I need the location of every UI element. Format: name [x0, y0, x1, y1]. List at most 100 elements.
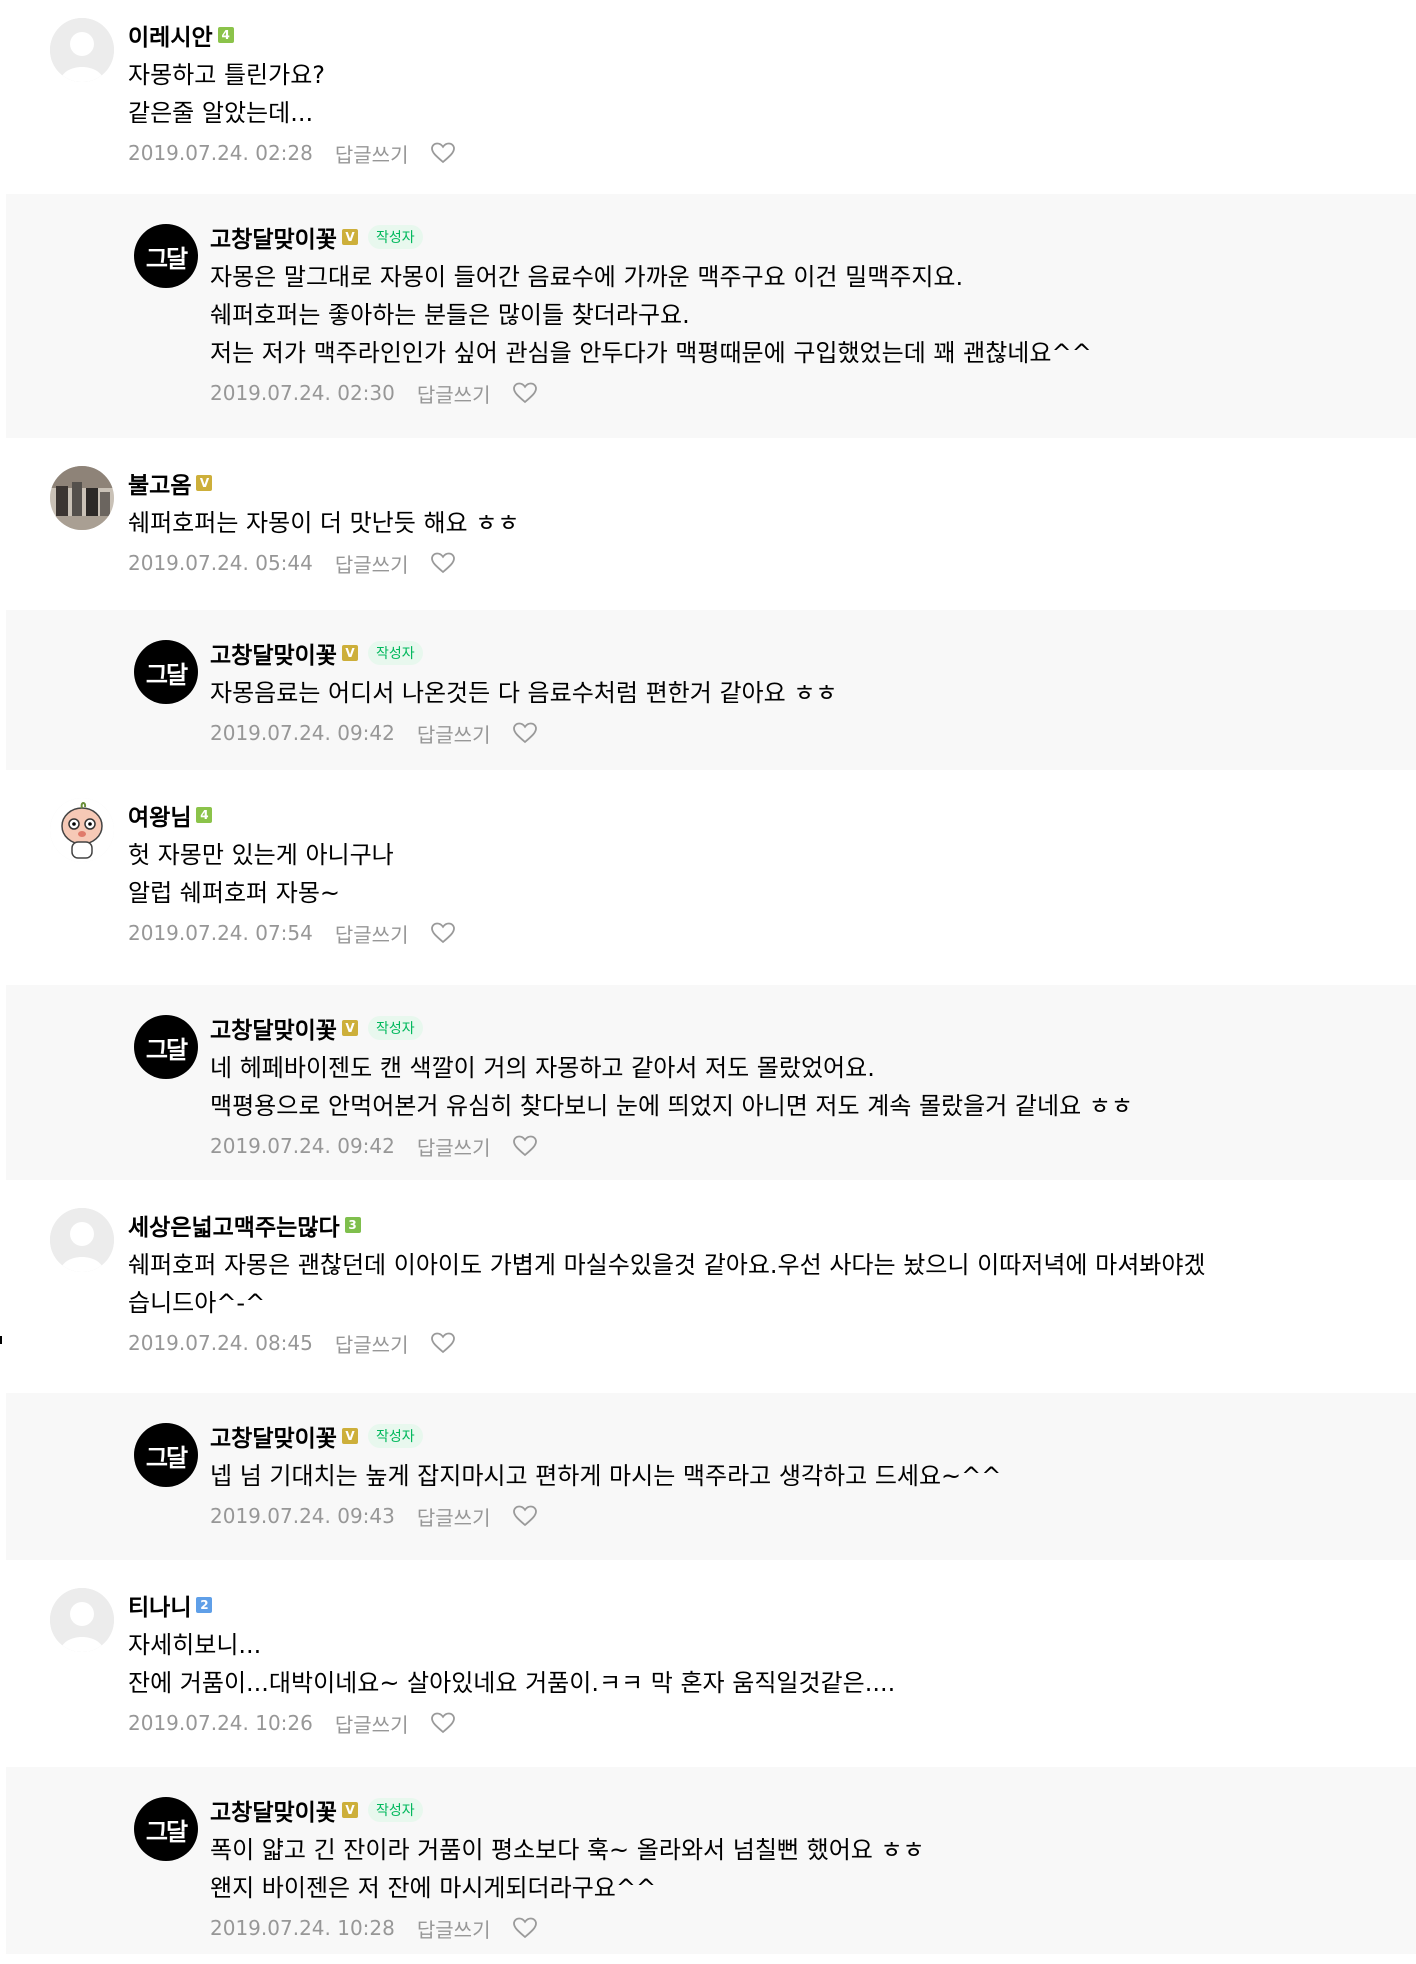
comment-author-row: 고창달맞이꽃 V 작성자 [210, 636, 1416, 670]
comment-text: 자몽하고 틀린가요? 같은줄 알았는데... [128, 56, 1308, 132]
comment-text: 자몽은 말그대로 자몽이 들어간 음료수에 가까운 맥주구요 이건 밀맥주지요.… [210, 258, 1370, 372]
comment-item: 세상은넓고맥주는많다 3 쉐퍼호퍼 자몽은 괜찮던데 이아이도 가볍게 마실수있을것… [0, 1190, 1308, 1364]
level-2-icon: 2 [196, 1597, 213, 1613]
reply-comment: 그달 고창달맞이꽃 V 작성자 넵 넘 기대치는 높게 잡지마시고 편하게 마시는 맥주… [6, 1393, 1416, 1560]
comment-text-line: 헛 자몽만 있는게 아니구나 [128, 841, 394, 869]
author-badge: 작성자 [367, 641, 423, 665]
author-badge: 작성자 [367, 1016, 423, 1040]
comment-text: 헛 자몽만 있는게 아니구나 알럽 쉐퍼호퍼 자몽~ [128, 836, 1308, 912]
comment-author-name[interactable]: 고창달맞이꽃 [210, 1011, 337, 1045]
comment-date: 2019.07.24. 09:43 [210, 1504, 395, 1528]
comment-author-name[interactable]: 고창달맞이꽃 [210, 1419, 337, 1453]
comment-date: 2019.07.24. 09:42 [210, 1134, 395, 1158]
comment-author-name[interactable]: 고창달맞이꽃 [210, 636, 337, 670]
reply-button[interactable]: 답글쓰기 [417, 379, 491, 408]
heart-icon[interactable] [430, 1331, 456, 1355]
avatar-logo-text: 그달 [145, 1443, 188, 1472]
comment-text: 쉐퍼호퍼 자몽은 괜찮던데 이아이도 가볍게 마실수있을것 같아요.우선 사다는… [128, 1246, 1308, 1322]
comment-author-name[interactable]: 고창달맞이꽃 [210, 1793, 337, 1827]
heart-icon[interactable] [430, 921, 456, 945]
blog-logo-avatar[interactable]: 그달 [134, 224, 198, 288]
comment-text-line: 맥평용으로 안먹어본거 유심히 찾다보니 눈에 띄었지 아니면 저도 계속 몰랐… [210, 1092, 1133, 1120]
comment-author-name[interactable]: 고창달맞이꽃 [210, 220, 337, 254]
reply-button[interactable]: 답글쓰기 [335, 139, 409, 168]
comment-text-line: 습니드아^-^ [128, 1289, 266, 1317]
level-3-icon: 3 [344, 1217, 361, 1233]
avatar-logo-text: 그달 [145, 660, 188, 689]
comment-item: 티나니 2 자세히보니... 잔에 거품이...대박이네요~ 살아있네요 거품이.ㅋㅋ… [0, 1570, 1308, 1744]
comment-date: 2019.07.24. 02:28 [128, 141, 313, 165]
comment-text: 자몽음료는 어디서 나온것든 다 음료수처럼 편한거 같아요 ㅎㅎ [210, 674, 1370, 712]
heart-icon[interactable] [512, 1504, 538, 1528]
reply-button[interactable]: 답글쓰기 [417, 719, 491, 748]
reply-comment: 그달 고창달맞이꽃 V 작성자 자몽은 말그대로 자몽이 들어간 음료수에 가까운 맥주… [6, 194, 1416, 438]
reply-button[interactable]: 답글쓰기 [417, 1132, 491, 1161]
level-v-icon: V [341, 645, 358, 661]
reply-button[interactable]: 답글쓰기 [335, 919, 409, 948]
blog-logo-avatar[interactable]: 그달 [134, 1015, 198, 1079]
character-avatar[interactable] [50, 798, 114, 862]
reply-button[interactable]: 답글쓰기 [335, 1709, 409, 1738]
comment-author-row: 불고옴 V [128, 466, 1308, 500]
comment-text-line: 자몽은 말그대로 자몽이 들어간 음료수에 가까운 맥주구요 이건 밀맥주지요. [210, 263, 964, 291]
reply-button[interactable]: 답글쓰기 [335, 1329, 409, 1358]
comment-text-line: 자몽음료는 어디서 나온것든 다 음료수처럼 편한거 같아요 ㅎㅎ [210, 679, 838, 707]
comment-text-line: 네 헤페바이젠도 캔 색깔이 거의 자몽하고 같아서 저도 몰랐었어요. [210, 1054, 875, 1082]
comment-date: 2019.07.24. 08:45 [128, 1331, 313, 1355]
reply-comment: 그달 고창달맞이꽃 V 작성자네 헤페바이젠도 캔 색깔이 거의 자몽하고 같아서 저… [6, 985, 1416, 1180]
comment-author-name[interactable]: 티나니 [128, 1588, 191, 1622]
comment-author-name[interactable]: 세상은넓고맥주는많다 [128, 1208, 340, 1242]
comment-text-line: 쉐퍼호퍼 자몽은 괜찮던데 이아이도 가볍게 마실수있을것 같아요.우선 사다는… [128, 1251, 1206, 1279]
comment-meta: 2019.07.24. 07:54 답글쓰기 [128, 912, 1308, 954]
comment-text: 넵 넘 기대치는 높게 잡지마시고 편하게 마시는 맥주라고 생각하고 드세요~… [210, 1457, 1370, 1495]
comment-text-line: 자세히보니... [128, 1631, 262, 1659]
blog-logo-avatar[interactable]: 그달 [134, 640, 198, 704]
comment-meta: 2019.07.24. 05:44 답글쓰기 [128, 542, 1308, 584]
comment-text: 쉐퍼호퍼는 자몽이 더 맛난듯 해요 ㅎㅎ [128, 504, 1308, 542]
comment-date: 2019.07.24. 10:28 [210, 1916, 395, 1940]
comment-date: 2019.07.24. 09:42 [210, 721, 395, 745]
default-avatar-icon[interactable] [50, 18, 114, 82]
comment-text-line: 쉐퍼호퍼는 자몽이 더 맛난듯 해요 ㅎㅎ [128, 509, 520, 537]
comment-list: 이레시안 4 자몽하고 틀린가요? 같은줄 알았는데... 2019.07.24. 02… [0, 0, 1416, 1964]
comment-text: 네 헤페바이젠도 캔 색깔이 거의 자몽하고 같아서 저도 몰랐었어요. 맥평용으… [210, 1049, 1370, 1125]
reply-button[interactable]: 답글쓰기 [417, 1502, 491, 1531]
comment-text-line: 잔에 거품이...대박이네요~ 살아있네요 거품이.ㅋㅋ 막 혼자 움직일것같은… [128, 1669, 896, 1697]
comment-author-name[interactable]: 이레시안 [128, 18, 213, 52]
comment-text-line: 쉐퍼호퍼는 좋아하는 분들은 많이들 찾더라구요. [210, 301, 690, 329]
heart-icon[interactable] [430, 1711, 456, 1735]
level-v-icon: V [196, 475, 213, 491]
reply-button[interactable]: 답글쓰기 [417, 1914, 491, 1943]
comment-author-row: 티나니 2 [128, 1588, 1308, 1622]
comment-author-name[interactable]: 여왕님 [128, 798, 191, 832]
level-v-icon: V [341, 1802, 358, 1818]
comment-meta: 2019.07.24. 02:28 답글쓰기 [128, 132, 1308, 174]
reply-button[interactable]: 답글쓰기 [335, 549, 409, 578]
author-badge: 작성자 [367, 1798, 423, 1822]
heart-icon[interactable] [512, 721, 538, 745]
comment-meta: 2019.07.24. 02:30 답글쓰기 [210, 372, 1416, 414]
comment-text-line: 왠지 바이젠은 저 잔에 마시게되더라구요^^ [210, 1874, 657, 1902]
comment-meta: 2019.07.24. 09:42 답글쓰기 [210, 712, 1416, 754]
default-avatar-icon[interactable] [50, 1208, 114, 1272]
comment-item: 여왕님 4 헛 자몽만 있는게 아니구나 알럽 쉐퍼호퍼 자몽~ 2019.07.24.… [0, 780, 1308, 954]
heart-icon[interactable] [512, 1916, 538, 1940]
avatar-logo-text: 그달 [145, 1817, 188, 1846]
level-4-icon: 4 [196, 807, 213, 823]
comment-date: 2019.07.24. 07:54 [128, 921, 313, 945]
comment-author-row: 이레시안 4 [128, 18, 1308, 52]
default-avatar-icon[interactable] [50, 1588, 114, 1652]
level-v-icon: V [341, 1020, 358, 1036]
comment-text-line: 폭이 얇고 긴 잔이라 거품이 평소보다 훅~ 올라와서 넘칠뻔 했어요 ㅎㅎ [210, 1836, 925, 1864]
comment-text-line: 넵 넘 기대치는 높게 잡지마시고 편하게 마시는 맥주라고 생각하고 드세요~… [210, 1462, 1002, 1490]
author-badge: 작성자 [367, 225, 423, 249]
heart-icon[interactable] [430, 141, 456, 165]
blog-logo-avatar[interactable]: 그달 [134, 1797, 198, 1861]
heart-icon[interactable] [512, 1134, 538, 1158]
blog-logo-avatar[interactable]: 그달 [134, 1423, 198, 1487]
heart-icon[interactable] [512, 381, 538, 405]
photo-avatar[interactable] [50, 466, 114, 530]
comment-author-name[interactable]: 불고옴 [128, 466, 191, 500]
heart-icon[interactable] [430, 551, 456, 575]
comment-item: 불고옴 V 쉐퍼호퍼는 자몽이 더 맛난듯 해요 ㅎㅎ 2019.07.24. 05:… [0, 448, 1308, 608]
